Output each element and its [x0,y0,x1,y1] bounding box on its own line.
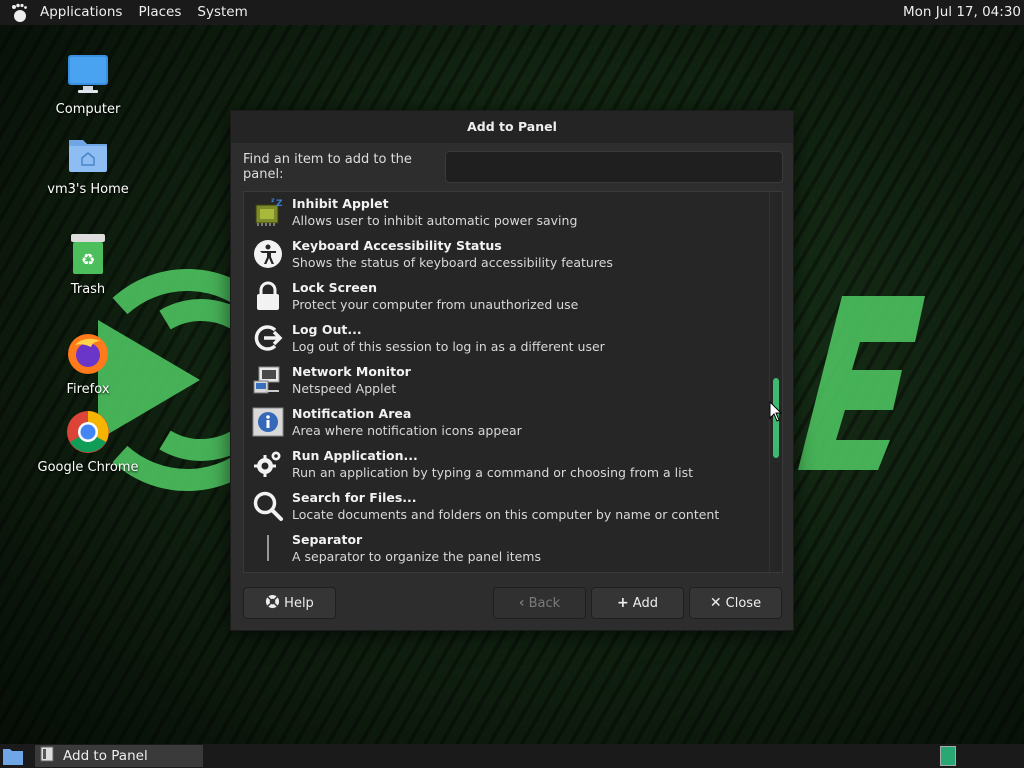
item-desc: Run an application by typing a command o… [292,464,693,480]
taskbar-item-label: Add to Panel [63,748,148,764]
desktop-icon-computer[interactable]: Computer [33,50,143,117]
list-item-log-out[interactable]: Log Out... Log out of this session to lo… [244,317,768,359]
info-icon [244,401,292,443]
item-name: Separator [292,531,363,547]
gnome-foot-icon[interactable] [6,0,32,25]
inhibit-chip-icon: Zz [244,192,292,233]
desktop-icon-label: Google Chrome [37,460,139,475]
workspace-switcher[interactable] [940,746,956,766]
clock[interactable]: Mon Jul 17, 04:30 [903,0,1021,25]
panel-items-list[interactable]: Zz Inhibit Applet Allows user to inhibit… [243,191,783,573]
help-button[interactable]: Help [243,587,336,619]
desktop-icon-label: Computer [55,102,121,117]
item-name: Network Monitor [292,363,411,379]
find-row: Find an item to add to the panel: [243,151,783,183]
list-item-inhibit-applet[interactable]: Zz Inhibit Applet Allows user to inhibit… [244,192,768,233]
dialog-title[interactable]: Add to Panel [231,111,793,143]
menu-system[interactable]: System [189,0,255,25]
desktop-icon-chrome[interactable]: Google Chrome [33,408,143,475]
item-desc: Area where notification icons appear [292,422,522,438]
chevron-left-icon: ‹ [518,595,525,611]
top-panel: Applications Places System Mon Jul 17, 0… [0,0,1024,25]
close-label: Close [725,595,762,611]
lock-icon [244,275,292,317]
item-name: Run Application... [292,447,418,463]
firefox-icon [64,330,112,378]
taskbar-item-add-to-panel[interactable]: Add to Panel [35,745,203,767]
gears-icon [244,443,292,485]
close-button[interactable]: ✕ Close [689,587,782,619]
close-icon: ✕ [709,595,722,611]
add-button[interactable]: + Add [591,587,684,619]
back-button[interactable]: ‹ Back [493,587,586,619]
svg-text:Z: Z [276,199,283,209]
window-icon [39,746,55,766]
add-label: Add [632,595,658,611]
find-label: Find an item to add to the panel: [243,152,412,182]
monitor-icon [64,50,112,98]
desktop-icon-home[interactable]: vm3's Home [33,130,143,197]
search-icon [244,485,292,527]
plus-icon: + [617,595,629,611]
back-label: Back [528,595,561,611]
item-name: Inhibit Applet [292,195,389,211]
list-item-lock-screen[interactable]: Lock Screen Protect your computer from u… [244,275,768,317]
list-item-network-monitor[interactable]: Network Monitor Netspeed Applet [244,359,768,401]
home-folder-icon [64,130,112,178]
list-item-notification-area[interactable]: Notification Area Area where notificatio… [244,401,768,443]
list-item-run-application[interactable]: Run Application... Run an application by… [244,443,768,485]
desktop-icon-label: Firefox [66,382,110,397]
desktop-icon-trash[interactable]: ♻ Trash [33,230,143,297]
item-name: Keyboard Accessibility Status [292,237,502,253]
item-desc: Netspeed Applet [292,380,397,396]
desktop-icon-label: Trash [70,282,106,297]
menu-places[interactable]: Places [130,0,189,25]
lifebuoy-icon [265,594,280,613]
desktop-icon-label: vm3's Home [47,182,129,197]
list-scrollbar[interactable] [769,192,781,572]
item-desc: Shows the status of keyboard accessibili… [292,254,613,270]
item-desc: Protect your computer from unauthorized … [292,296,579,312]
item-desc: Locate documents and folders on this com… [292,506,720,522]
help-label: Help [284,595,314,611]
add-to-panel-dialog: Add to Panel Find an item to add to the … [230,110,794,631]
item-name: Search for Files... [292,489,417,505]
mouse-cursor-icon [769,401,783,422]
item-desc: A separator to organize the panel items [292,548,541,564]
list-item-separator[interactable]: Separator A separator to organize the pa… [244,527,768,569]
separator-icon [244,527,292,569]
logout-icon [244,317,292,359]
item-desc: Log out of this session to log in as a d… [292,338,605,354]
item-name: Notification Area [292,405,412,421]
network-monitor-icon [244,359,292,401]
show-desktop-icon[interactable] [2,746,24,768]
find-input[interactable] [445,151,783,183]
bottom-panel: Add to Panel [0,744,1024,768]
menu-applications[interactable]: Applications [32,0,130,25]
chrome-icon [64,408,112,456]
accessibility-icon [244,233,292,275]
svg-text:♻: ♻ [81,250,95,269]
svg-text:z: z [271,197,275,204]
item-name: Lock Screen [292,279,378,295]
list-item-keyboard-accessibility[interactable]: Keyboard Accessibility Status Shows the … [244,233,768,275]
item-name: Log Out... [292,321,362,337]
item-desc: Allows user to inhibit automatic power s… [292,212,578,228]
trash-icon: ♻ [64,230,112,278]
list-item-search-for-files[interactable]: Search for Files... Locate documents and… [244,485,768,527]
desktop-icon-firefox[interactable]: Firefox [33,330,143,397]
